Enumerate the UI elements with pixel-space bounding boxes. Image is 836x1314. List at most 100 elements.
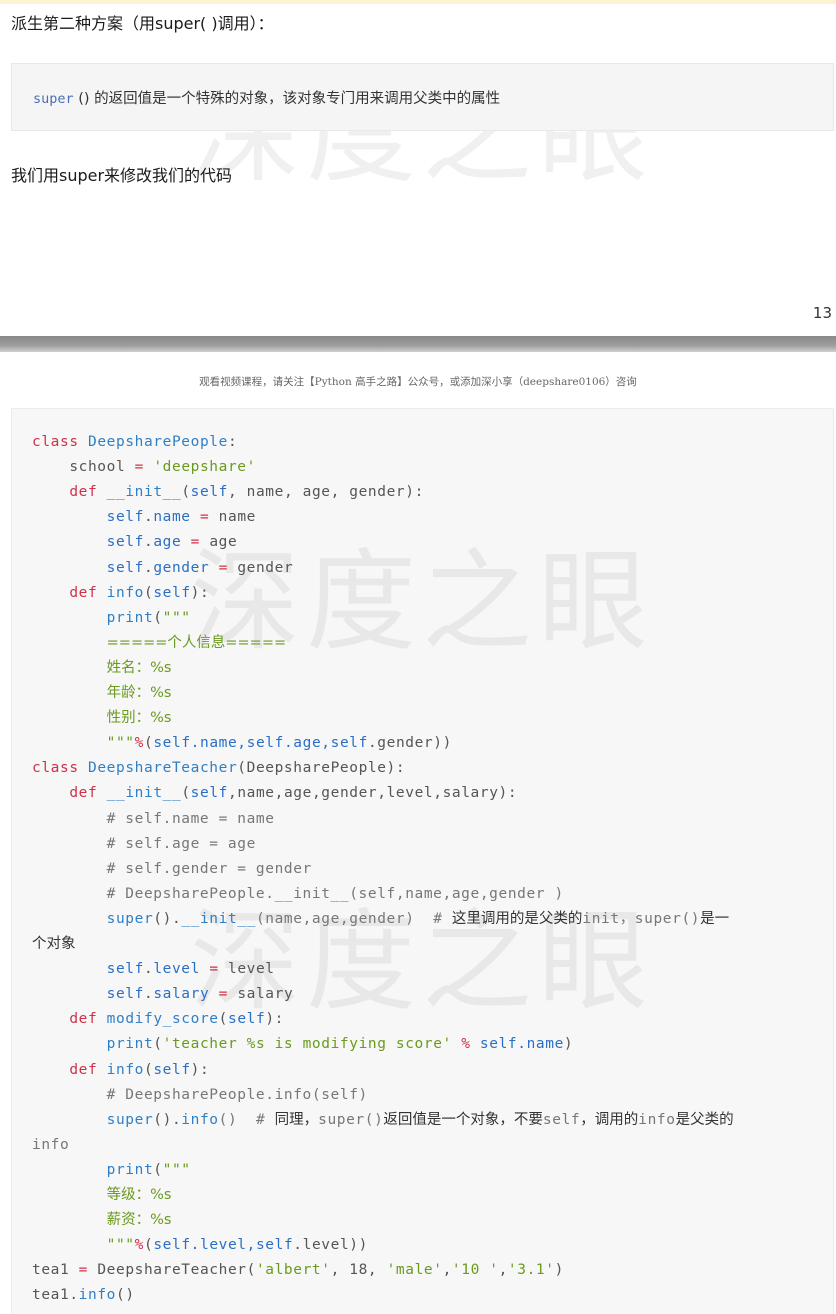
- code-token: 个对象: [32, 936, 76, 952]
- code-line: =====个人信息=====: [32, 632, 287, 654]
- code-line: def modify_score(self):: [32, 1008, 284, 1030]
- code-token: tea1.: [32, 1287, 79, 1304]
- code-token: .level,: [190, 1237, 256, 1254]
- code-token: .: [143, 509, 154, 526]
- code-line: self.gender = gender: [32, 557, 293, 579]
- code-token: =: [199, 509, 210, 526]
- code-line: tea1.info(): [32, 1284, 135, 1306]
- code-line: """%(self.name,self.age,self.gender)): [32, 732, 452, 754]
- code-token: 'deepshare': [153, 459, 256, 476]
- code-token: def: [69, 1061, 98, 1078]
- code-token: self: [330, 735, 368, 752]
- code-token: DeepshareTeacher: [88, 760, 238, 777]
- code-token: class: [32, 760, 79, 777]
- code-token: (: [143, 735, 154, 752]
- code-token: (: [181, 785, 191, 802]
- code-line: print('teacher %s is modifying score' % …: [32, 1033, 573, 1055]
- code-token: """: [162, 1161, 191, 1178]
- code-token: 返回值是一个对象，不要: [383, 1111, 543, 1128]
- code-token: :: [227, 434, 238, 450]
- code-line: super().__init__(name,age,gender) # 这里调用…: [32, 908, 729, 930]
- code-token: # self.name = name: [32, 810, 275, 827]
- code-token: gender: [227, 559, 294, 576]
- code-token: self: [255, 1237, 294, 1254]
- code-line: self.age = age: [32, 531, 237, 553]
- code-token: 薪资：%s: [106, 1212, 172, 1229]
- code-token: =: [218, 986, 228, 1003]
- code-line: class DeepshareTeacher(DeepsharePeople):: [32, 757, 405, 779]
- code-token: ，调用的: [580, 1111, 639, 1128]
- code-token: .: [517, 1036, 527, 1053]
- code-line: info: [32, 1134, 69, 1156]
- code-token: init，super(): [582, 910, 701, 927]
- code-token: .: [143, 534, 154, 551]
- code-token: 'albert': [255, 1262, 331, 1279]
- code-line: # DeepsharePeople.__init__(self,name,age…: [32, 883, 564, 905]
- code-token: self: [106, 986, 144, 1003]
- code-token: (name,age,gender) #: [255, 910, 452, 927]
- code-token: age: [200, 534, 238, 551]
- code-line: """%(self.level,self.level)): [32, 1234, 368, 1256]
- code-line: school = 'deepshare': [32, 456, 256, 478]
- code-token: .: [143, 986, 154, 1003]
- note-box: super () 的返回值是一个特殊的对象，该对象专门用来调用父类中的属性: [11, 63, 834, 131]
- code-token: tea1: [32, 1262, 79, 1279]
- code-token: ):: [190, 584, 210, 601]
- code-line: tea1 = DeepshareTeacher('albert', 18, 'm…: [32, 1259, 564, 1281]
- code-token: (DeepsharePeople):: [237, 760, 406, 777]
- code-token: age: [153, 534, 182, 551]
- code-token: , name, age, gender):: [227, 484, 424, 501]
- code-token: __init__: [106, 785, 182, 802]
- code-token: ):: [190, 1061, 210, 1078]
- code-token: ,: [367, 1262, 387, 1279]
- paragraph: 我们用super来修改我们的代码: [11, 166, 233, 185]
- code-token: 同理，: [274, 1111, 319, 1128]
- code-token: %: [461, 1036, 471, 1053]
- code-token: name: [209, 509, 256, 526]
- code-token: name: [526, 1036, 564, 1053]
- code-line: 薪资：%s: [32, 1209, 172, 1231]
- code-token: (: [153, 1161, 163, 1178]
- code-line: # self.age = age: [32, 833, 256, 855]
- code-token: 这里调用的是父类的: [451, 910, 583, 927]
- code-line: print(""": [32, 1159, 191, 1181]
- code-token: .: [143, 559, 154, 576]
- page-number: 13: [812, 304, 832, 322]
- code-token: self: [153, 735, 191, 752]
- code-token: ): [563, 1036, 574, 1053]
- code-token: print: [106, 1161, 154, 1178]
- code-token: super: [106, 1111, 154, 1128]
- page-header: 观看视频课程，请关注【Python 高手之路】公众号，或添加深小享（deepsh…: [199, 376, 637, 388]
- code-token: (): [115, 1287, 135, 1304]
- code-token: (: [181, 484, 191, 501]
- code-token: '10 ': [451, 1262, 499, 1279]
- code-token: 'male': [386, 1262, 443, 1279]
- code-token: print: [106, 1036, 154, 1053]
- code-token: DeepsharePeople: [88, 434, 228, 450]
- code-token: =====个人信息=====: [106, 634, 287, 651]
- code-token: modify_score: [106, 1011, 219, 1028]
- code-token: # self.age = age: [32, 835, 256, 852]
- code-token: """: [162, 609, 191, 626]
- code-token: super(): [318, 1111, 384, 1128]
